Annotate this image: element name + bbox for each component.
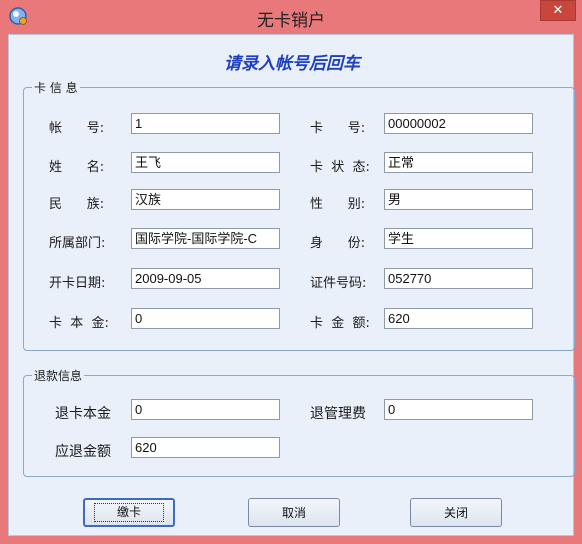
name-label: 姓 名:	[49, 160, 105, 175]
cancel-button[interactable]: 取消	[248, 498, 340, 527]
close-button-label: 关闭	[443, 506, 468, 520]
identity-input[interactable]: 学生	[384, 228, 533, 249]
refund-fee-input[interactable]: 0	[384, 399, 533, 420]
card-principal-input[interactable]: 0	[131, 308, 280, 329]
identity-label: 身 份:	[310, 236, 366, 251]
close-icon: ✕	[552, 3, 564, 18]
refund-principal-input[interactable]: 0	[131, 399, 280, 420]
card-balance-input[interactable]: 620	[384, 308, 533, 329]
gender-label: 性 别:	[310, 197, 366, 212]
open-date-label: 开卡日期:	[49, 276, 106, 291]
card-principal-label: 卡 本 金:	[49, 316, 109, 331]
name-input[interactable]: 王飞	[131, 152, 280, 173]
account-label: 帐 号:	[49, 121, 105, 136]
refund-amount-input[interactable]: 620	[131, 437, 280, 458]
account-input[interactable]: 1	[131, 113, 280, 134]
refund-info-legend: 退款信息	[34, 369, 83, 383]
open-date-input[interactable]: 2009-09-05	[131, 268, 280, 289]
ethnicity-input[interactable]: 汉族	[131, 189, 280, 210]
submit-card-button-label: 缴卡	[93, 503, 164, 522]
card-status-input[interactable]: 正常	[384, 152, 533, 173]
card-number-label: 卡 号:	[310, 121, 366, 136]
instruction-heading: 请录入帐号后回车	[224, 54, 360, 74]
id-number-input[interactable]: 052770	[384, 268, 533, 289]
gender-input[interactable]: 男	[384, 189, 533, 210]
close-button[interactable]: 关闭	[410, 498, 502, 527]
card-info-legend: 卡 信 息	[34, 81, 78, 95]
ethnicity-label: 民 族:	[49, 197, 105, 212]
dialog-body: 请录入帐号后回车 卡 信 息 帐 号: 1 姓 名: 王飞 民 族: 汉族 所属…	[8, 34, 575, 536]
department-input[interactable]: 国际学院-国际学院-C	[131, 228, 280, 249]
card-status-label: 卡 状 态:	[310, 160, 370, 175]
card-balance-label: 卡 金 额:	[310, 316, 370, 331]
refund-amount-label: 应退金额	[55, 444, 111, 460]
card-number-input[interactable]: 00000002	[384, 113, 533, 134]
refund-principal-label: 退卡本金	[55, 406, 111, 422]
id-number-label: 证件号码:	[310, 276, 367, 291]
refund-fee-label: 退管理费	[310, 406, 366, 422]
cancel-button-label: 取消	[281, 506, 306, 520]
title-bar: 无卡销户 ✕	[0, 0, 582, 34]
window-title: 无卡销户	[257, 11, 325, 31]
close-window-button[interactable]: ✕	[540, 0, 576, 21]
submit-card-button[interactable]: 缴卡	[83, 498, 175, 527]
department-label: 所属部门:	[49, 236, 106, 251]
